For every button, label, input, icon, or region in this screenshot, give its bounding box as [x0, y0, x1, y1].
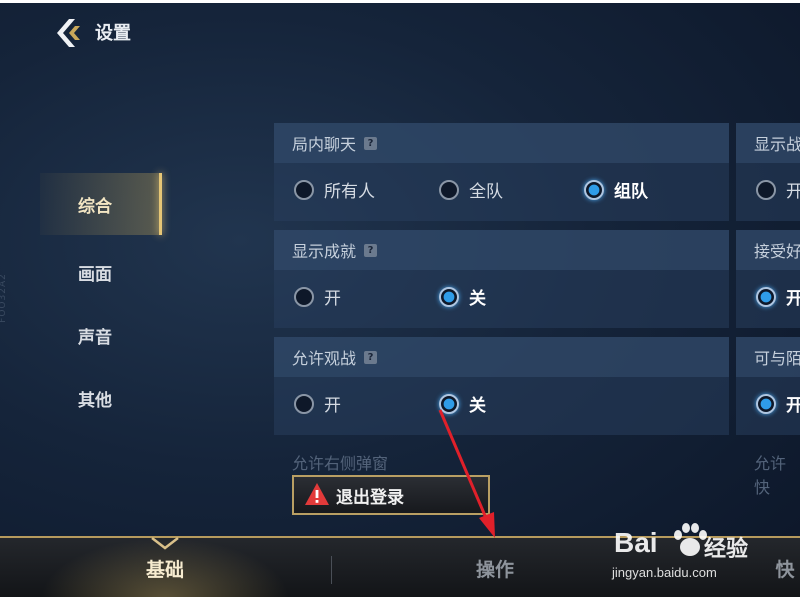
spectate-option-on[interactable]: 开 [294, 391, 341, 416]
spectate-option-off[interactable]: 关 [439, 391, 486, 416]
watermark-text: 经验 [704, 537, 749, 562]
settings-screen: 设置 FOO32A2 综合 画面 声音 其他 局内聊天 ? 所有人 全队 组队 … [0, 3, 800, 597]
chat-setting-title: 局内聊天 ? [274, 123, 729, 163]
next-setting-partial: 允许右侧弹窗 允许快 [292, 454, 787, 497]
back-icon[interactable] [55, 17, 85, 49]
radio-selected-icon[interactable] [756, 393, 776, 414]
tab-basic[interactable]: 基础 [40, 538, 290, 597]
sidebar-item-other[interactable]: 其他 [40, 367, 162, 429]
chat-option-party[interactable]: 组队 [584, 177, 648, 202]
right-setting-panel-3: 可与陌 开 [736, 337, 800, 435]
logout-label: 退出登录 [336, 487, 404, 508]
page-title: 设置 [95, 23, 131, 44]
warning-icon [305, 483, 329, 505]
watermark-brand: Bai [614, 527, 658, 558]
radio-selected-icon[interactable] [439, 393, 459, 414]
chat-option-team[interactable]: 全队 [439, 177, 503, 202]
radio-icon[interactable] [756, 179, 776, 200]
question-icon[interactable]: ? [364, 136, 378, 150]
tab-controls[interactable]: 操作 [370, 538, 620, 597]
achievements-setting-title: 显示成就 ? [274, 230, 729, 270]
radio-icon[interactable] [439, 179, 459, 200]
radio-icon[interactable] [294, 179, 314, 200]
top-bar: 设置 [0, 3, 800, 63]
sidebar-item-label: 其他 [78, 390, 112, 411]
radio-selected-icon[interactable] [584, 179, 604, 200]
sidebar-item-label: 声音 [78, 327, 112, 348]
achievements-option-off[interactable]: 关 [439, 284, 486, 309]
question-icon[interactable]: ? [364, 243, 378, 257]
right-option-2[interactable]: 开 [756, 284, 800, 309]
sidebar-item-general[interactable]: 综合 [40, 173, 162, 235]
logout-button[interactable]: 退出登录 [292, 475, 490, 515]
radio-selected-icon[interactable] [439, 286, 459, 307]
chat-setting-panel: 局内聊天 ? 所有人 全队 组队 [274, 123, 729, 221]
right-setting-panel-2: 接受好 开 [736, 230, 800, 328]
right-setting-panel-1: 显示战 开 [736, 123, 800, 221]
sidebar-item-sound[interactable]: 声音 [40, 304, 162, 366]
tab-divider [331, 556, 332, 584]
side-id-text: FOO32A2 [0, 273, 8, 323]
radio-icon[interactable] [294, 393, 314, 414]
question-icon[interactable]: ? [364, 350, 378, 364]
right-option-3[interactable]: 开 [756, 391, 800, 416]
radio-icon[interactable] [294, 286, 314, 307]
spectate-setting-title: 允许观战 ? [274, 337, 729, 377]
baidu-watermark: Bai 经验 jingyan.baidu.com [612, 523, 792, 583]
sidebar-item-display[interactable]: 画面 [40, 241, 162, 303]
achievements-option-on[interactable]: 开 [294, 284, 341, 309]
watermark-url: jingyan.baidu.com [612, 565, 717, 580]
sidebar-item-label: 画面 [78, 264, 112, 285]
chat-option-everyone[interactable]: 所有人 [294, 177, 375, 202]
sidebar-item-label: 综合 [78, 196, 112, 217]
radio-selected-icon[interactable] [756, 286, 776, 307]
right-option-1[interactable]: 开 [756, 177, 800, 202]
spectate-setting-panel: 允许观战 ? 开 关 [274, 337, 729, 435]
achievements-setting-panel: 显示成就 ? 开 关 [274, 230, 729, 328]
